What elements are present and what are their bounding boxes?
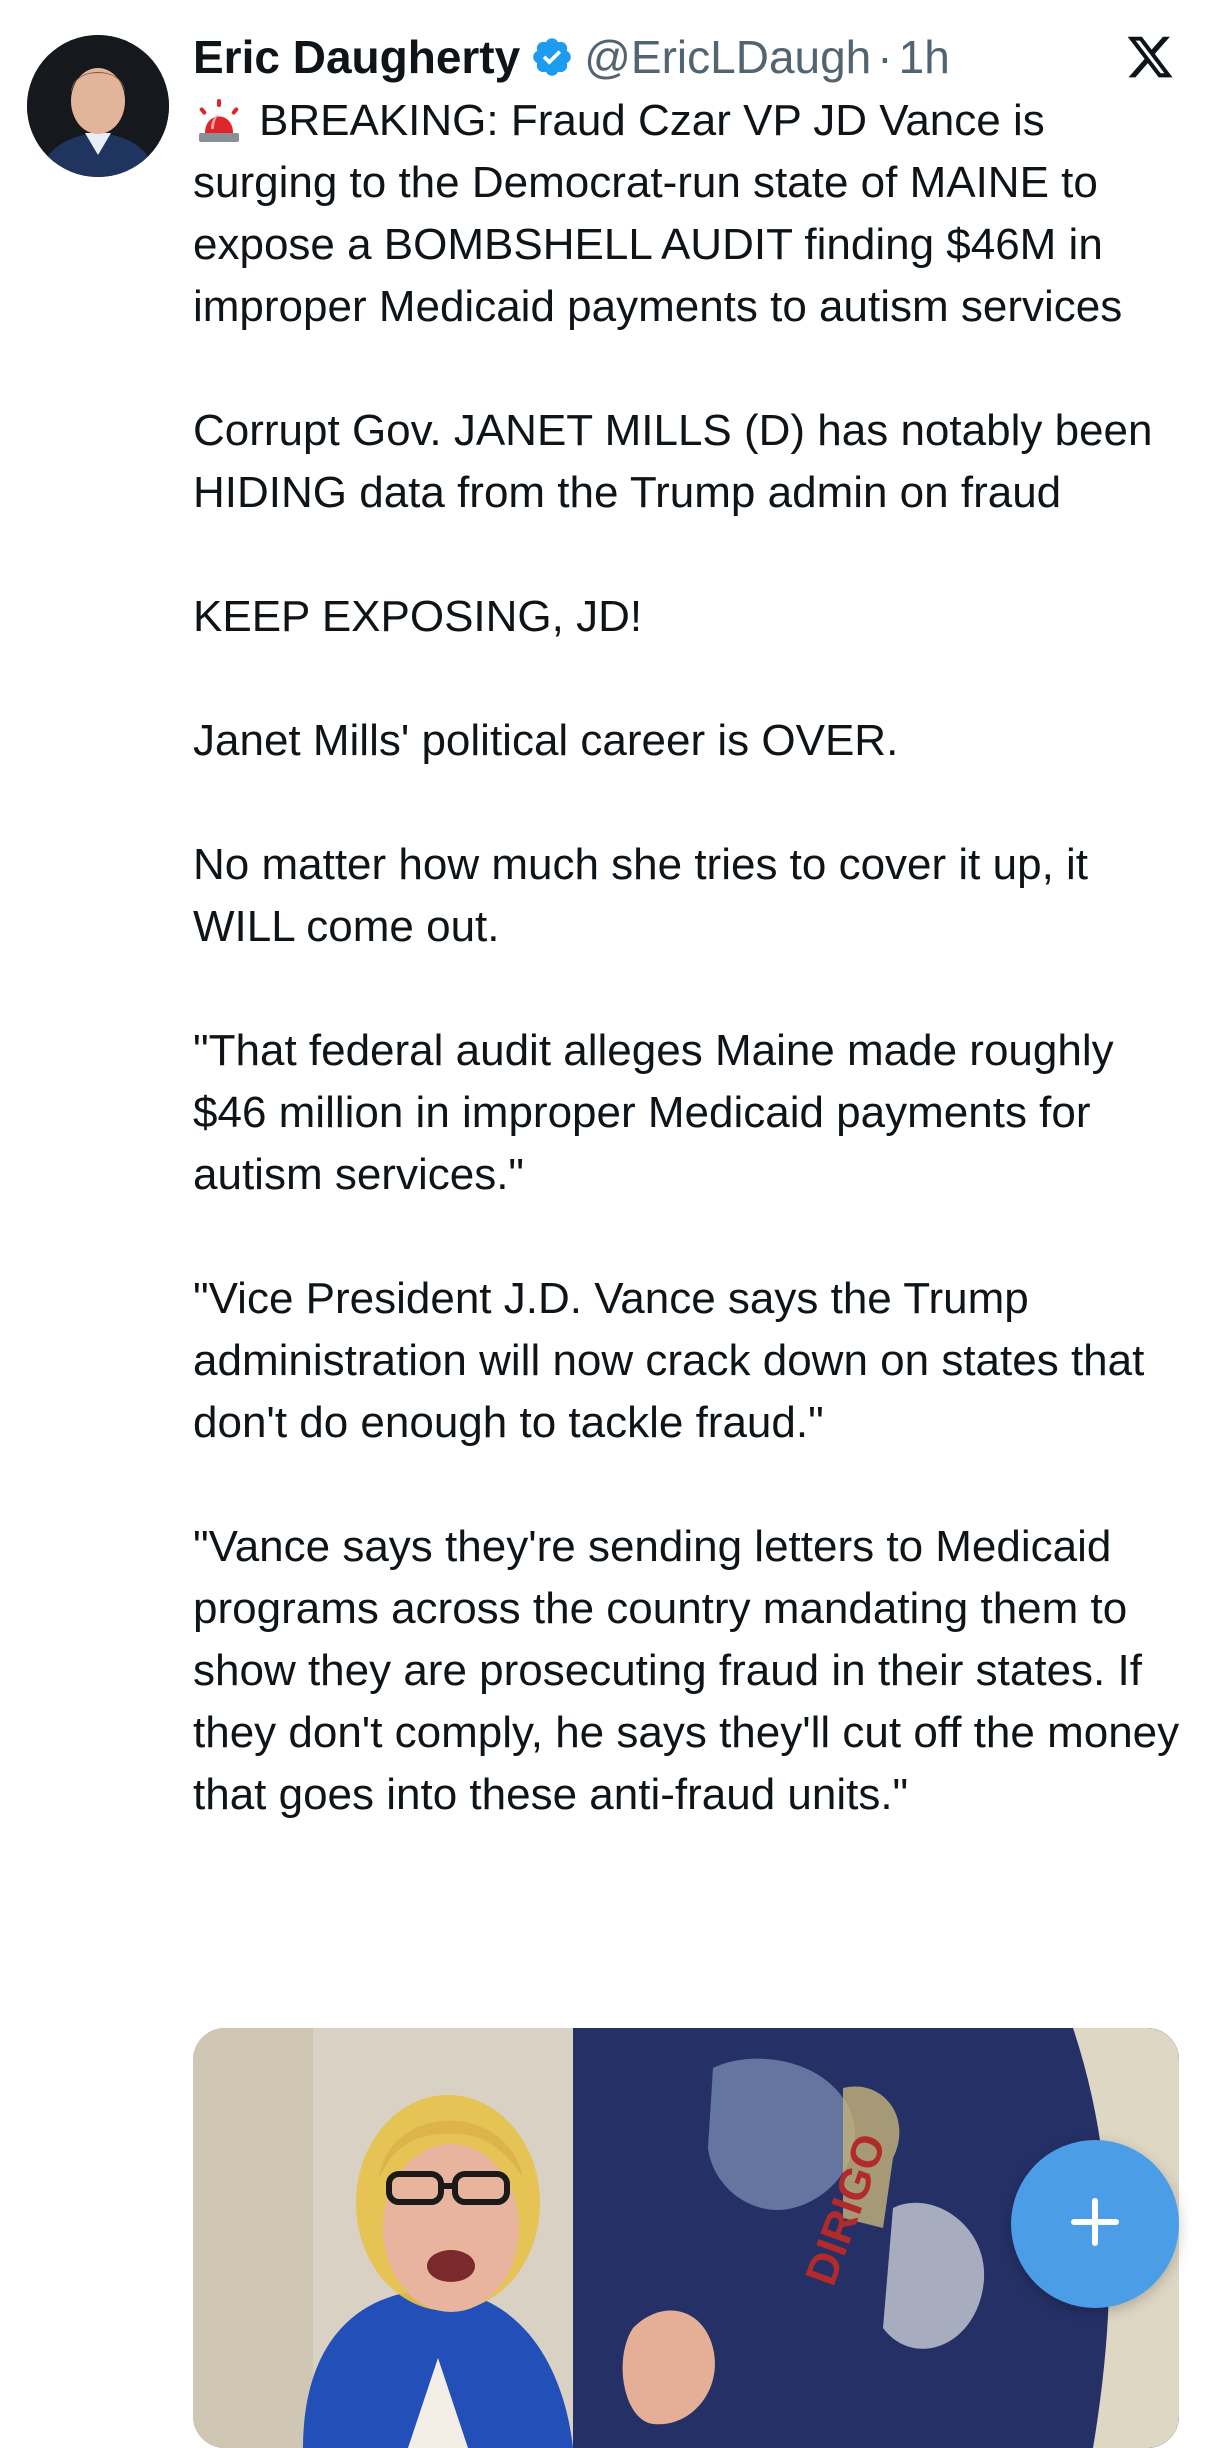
verified-badge-icon [530, 35, 574, 79]
tweet-paragraph: "Vance says they're sending letters to M… [193, 1522, 1192, 1819]
tweet-paragraph: No matter how much she tries to cover it… [193, 840, 1101, 951]
plus-icon [1067, 2194, 1123, 2255]
tweet-header: Eric Daugherty @EricLDaugh · 1h [193, 22, 950, 92]
separator-dot: · [877, 31, 893, 83]
timestamp[interactable]: 1h [899, 30, 950, 84]
tweet-text: BREAKING: Fraud Czar VP JD Vance is surg… [193, 90, 1193, 1826]
tweet-paragraph: "Vice President J.D. Vance says the Trum… [193, 1274, 1157, 1447]
author-handle[interactable]: @EricLDaugh [584, 30, 871, 84]
rotating-light-icon [193, 93, 245, 145]
tweet-paragraph: Corrupt Gov. JANET MILLS (D) has notably… [193, 406, 1165, 517]
tweet-paragraph: "That federal audit alleges Maine made r… [193, 1026, 1126, 1199]
x-logo-icon [1124, 32, 1176, 82]
tweet-paragraph: KEEP EXPOSING, JD! [193, 592, 643, 641]
tweet[interactable]: Eric Daugherty @EricLDaugh · 1h BREAKING… [0, 0, 1206, 2448]
tweet-paragraph: BREAKING: Fraud Czar VP JD Vance is surg… [193, 90, 1193, 338]
tweet-paragraph: Janet Mills' political career is OVER. [193, 716, 899, 765]
display-name[interactable]: Eric Daugherty [193, 30, 520, 84]
avatar[interactable] [27, 35, 169, 177]
compose-button[interactable] [1011, 2140, 1179, 2308]
tweet-paragraph-text: BREAKING: Fraud Czar VP JD Vance is surg… [193, 96, 1123, 331]
